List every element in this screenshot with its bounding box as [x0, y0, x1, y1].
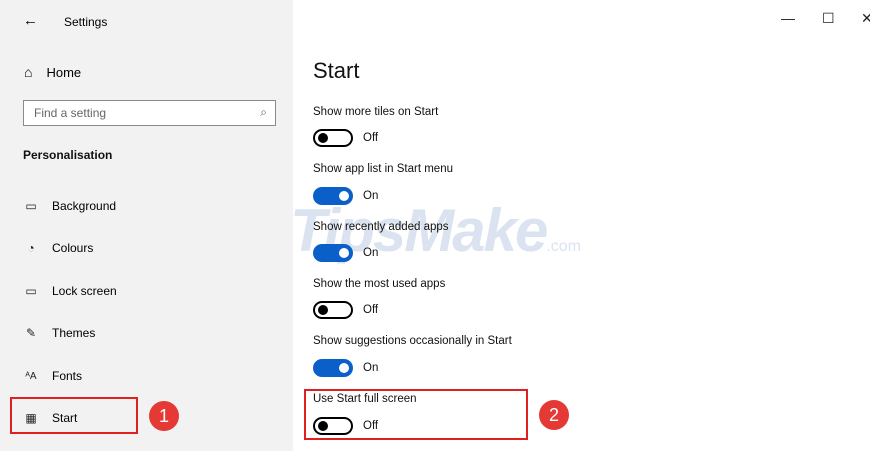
sidebar-item-themes[interactable]: ✎ Themes — [24, 321, 95, 345]
sidebar-item-label: Colours — [52, 241, 94, 255]
close-icon[interactable]: ✕ — [861, 10, 870, 27]
toggle-show-most-used[interactable] — [313, 301, 353, 319]
sidebar-home-label: Home — [46, 64, 82, 80]
sidebar-home[interactable]: ⌂ Home — [24, 64, 81, 80]
lock-screen-icon: ▭ — [25, 284, 37, 298]
themes-icon: ✎ — [25, 326, 37, 340]
toggle-state: On — [363, 247, 379, 259]
step-badge-2: 2 — [539, 400, 569, 430]
option-label: Use Start full screen — [313, 393, 417, 405]
toggle-knob — [318, 133, 328, 143]
option-label: Show more tiles on Start — [313, 106, 439, 118]
option-label: Show the most used apps — [313, 278, 446, 290]
toggle-knob — [318, 421, 328, 431]
maximize-icon[interactable]: ☐ — [822, 10, 835, 27]
sidebar-item-label: Fonts — [52, 369, 83, 383]
toggle-show-suggestions[interactable] — [313, 359, 353, 377]
toggle-state: On — [363, 190, 379, 202]
sidebar-item-label: Lock screen — [52, 284, 117, 298]
sidebar-item-label: Themes — [52, 326, 96, 340]
minimize-icon[interactable]: — — [781, 10, 795, 26]
toggle-state: Off — [363, 420, 379, 432]
highlight-box-start — [10, 397, 138, 434]
back-arrow-icon[interactable]: ← — [23, 12, 38, 29]
toggle-show-app-list[interactable] — [313, 187, 353, 205]
sidebar-item-label: Background — [52, 199, 117, 213]
search-input[interactable] — [24, 105, 256, 121]
sidebar-item-colours[interactable]: ◔ Colours — [24, 236, 93, 260]
search-box[interactable]: ⌕ — [23, 100, 276, 126]
toggle-state: On — [363, 362, 379, 374]
toggle-knob — [339, 363, 349, 373]
background-icon: ▭ — [25, 199, 37, 213]
sidebar-item-fonts[interactable]: ᴬA Fonts — [24, 364, 82, 388]
toggle-knob — [339, 248, 349, 258]
toggle-knob — [339, 191, 349, 201]
sidebar-item-background[interactable]: ▭ Background — [24, 194, 116, 218]
toggle-state: Off — [363, 132, 379, 144]
search-icon[interactable]: ⌕ — [260, 105, 267, 120]
option-label: Show app list in Start menu — [313, 163, 453, 175]
section-heading: Personalisation — [23, 148, 113, 162]
option-label: Show suggestions occasionally in Start — [313, 335, 512, 347]
palette-icon: ◔ — [27, 241, 35, 255]
page-title: Start — [313, 58, 360, 83]
sidebar-item-lock-screen[interactable]: ▭ Lock screen — [24, 279, 117, 303]
window-title: Settings — [64, 15, 108, 29]
option-label: Show recently added apps — [313, 221, 449, 233]
watermark-suffix: .com — [546, 238, 582, 255]
home-icon: ⌂ — [24, 64, 33, 80]
step-badge-1: 1 — [149, 401, 179, 431]
toggle-state: Off — [363, 304, 379, 316]
toggle-knob — [318, 305, 328, 315]
toggle-show-recently-added[interactable] — [313, 244, 353, 262]
toggle-show-more-tiles[interactable] — [313, 129, 353, 147]
toggle-use-start-full-screen[interactable] — [313, 417, 353, 435]
fonts-icon: ᴬA — [25, 370, 37, 382]
